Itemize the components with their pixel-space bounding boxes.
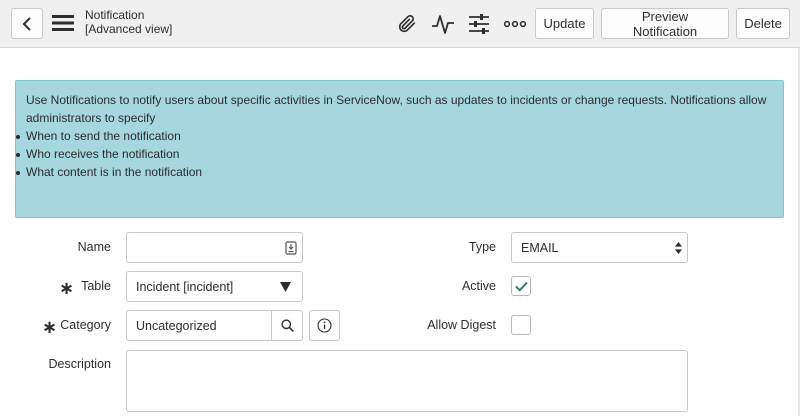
category-input[interactable]: Uncategorized — [126, 310, 303, 341]
category-lookup-button[interactable] — [271, 310, 303, 341]
dropdown-arrow-icon — [280, 282, 291, 292]
info-message-box: Use Notifications to notify users about … — [15, 80, 784, 218]
more-options-icon — [504, 20, 526, 28]
title-record-type: Notification — [85, 8, 145, 22]
form-header: Notification [Advanced view] Update Prev… — [0, 0, 800, 48]
title-view-name: [Advanced view] — [85, 22, 173, 36]
description-label: Description — [48, 357, 111, 371]
type-value: EMAIL — [521, 240, 559, 255]
table-label: Table — [81, 279, 111, 293]
info-list-item: When to send the notification — [16, 127, 773, 145]
back-button[interactable] — [11, 8, 43, 39]
name-label: Name — [77, 240, 111, 254]
active-checkbox[interactable] — [511, 276, 531, 296]
table-value: Incident [incident] — [136, 279, 234, 294]
allow-digest-checkbox[interactable] — [511, 315, 531, 335]
category-label: Category — [60, 318, 111, 332]
attachment-button[interactable] — [395, 12, 419, 36]
sliders-icon — [469, 14, 489, 34]
personalize-form-button[interactable] — [467, 12, 491, 36]
allow-digest-label: Allow Digest — [427, 318, 496, 332]
table-select[interactable]: Incident [incident] — [126, 271, 303, 302]
info-list-item: What content is in the notification — [16, 163, 773, 181]
search-icon — [281, 319, 294, 332]
select-arrows-icon — [675, 242, 682, 254]
category-value: Uncategorized — [136, 318, 217, 333]
type-label: Type — [468, 240, 496, 254]
category-info-button[interactable] — [309, 310, 340, 341]
form-field-icon[interactable] — [285, 241, 297, 255]
page-title: Notification [Advanced view] — [85, 8, 172, 36]
description-textarea[interactable] — [126, 350, 688, 412]
paperclip-icon — [398, 14, 416, 33]
hamburger-menu-icon[interactable] — [52, 13, 74, 33]
back-icon — [22, 16, 31, 31]
type-select[interactable]: EMAIL — [511, 232, 688, 263]
preview-notification-button[interactable]: Preview Notification — [601, 8, 729, 39]
checkmark-icon — [514, 281, 528, 292]
activity-icon — [432, 15, 454, 34]
info-intro: Use Notifications to notify users about … — [26, 93, 767, 125]
activity-stream-button[interactable] — [431, 12, 455, 36]
info-list: When to send the notification Who receiv… — [16, 127, 773, 181]
info-list-item: Who receives the notification — [16, 145, 773, 163]
name-input[interactable] — [126, 232, 303, 263]
active-label: Active — [461, 279, 496, 293]
update-button[interactable]: Update — [535, 8, 594, 39]
more-options-button[interactable] — [503, 12, 527, 36]
info-icon — [317, 318, 332, 333]
delete-button[interactable]: Delete — [736, 8, 790, 39]
